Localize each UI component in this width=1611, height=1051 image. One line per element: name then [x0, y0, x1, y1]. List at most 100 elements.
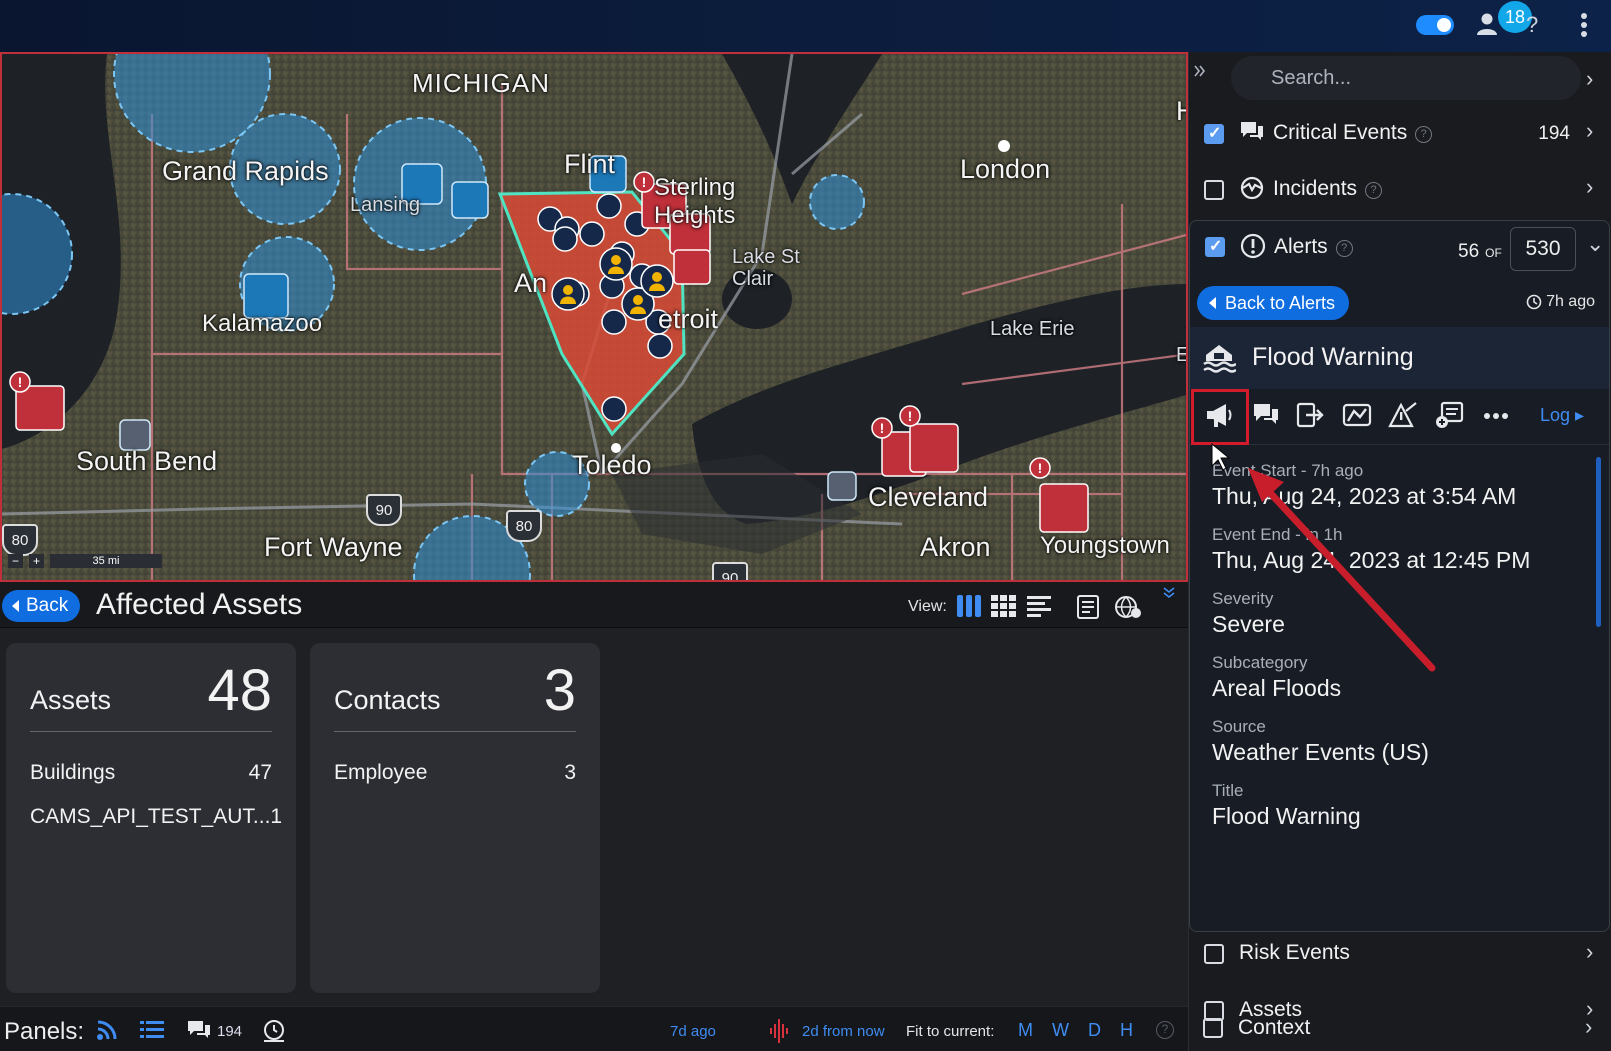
- chevron-right-icon[interactable]: ›: [1586, 939, 1593, 965]
- fit-day-button[interactable]: D: [1088, 1020, 1101, 1041]
- back-button-label: Back: [26, 595, 69, 616]
- incidents-checkbox[interactable]: [1204, 180, 1224, 200]
- map-label-edge-e: E: [1176, 344, 1186, 367]
- highlight-box: [1191, 389, 1249, 445]
- section-context-row[interactable]: Context ›: [1188, 1012, 1611, 1051]
- map-label-sterling-heights: Sterling Heights: [654, 174, 736, 229]
- section-label: Critical Events: [1273, 121, 1408, 144]
- map-view[interactable]: !!!!! MICHIGAN Grand Rapids Lansing Flin…: [0, 52, 1188, 582]
- scrollbar[interactable]: [1596, 457, 1601, 627]
- chevron-right-icon[interactable]: ›: [1586, 174, 1593, 200]
- list-item[interactable]: CAMS_API_TEST_AUT... 1: [30, 805, 282, 829]
- map-scale-control: − + 35 mi: [8, 554, 162, 568]
- chevron-right-icon[interactable]: ›: [1586, 118, 1593, 144]
- row-count: 47: [248, 761, 272, 784]
- highway-shield: 90: [366, 494, 402, 526]
- help-icon[interactable]: ?: [1365, 182, 1383, 199]
- timeline-marker-icon[interactable]: [768, 1019, 790, 1048]
- alerts-total-count[interactable]: 530: [1510, 227, 1576, 271]
- card-total: 48: [207, 658, 272, 723]
- help-icon[interactable]: ?: [1415, 126, 1433, 143]
- list-view-icon[interactable]: [1026, 594, 1052, 623]
- zoom-in-button[interactable]: +: [29, 554, 44, 568]
- field-value: Areal Floods: [1212, 675, 1342, 701]
- svg-text:!: !: [18, 374, 23, 390]
- back-to-alerts-button[interactable]: Back to Alerts: [1197, 286, 1350, 320]
- columns-view-icon[interactable]: [956, 594, 982, 623]
- critical-events-checkbox[interactable]: [1204, 123, 1224, 144]
- timeline-start-label[interactable]: 7d ago: [670, 1023, 716, 1040]
- log-link[interactable]: Log ▸: [1540, 405, 1584, 426]
- fit-month-button[interactable]: M: [1018, 1020, 1033, 1041]
- context-checkbox[interactable]: [1203, 1018, 1223, 1038]
- collapse-panel-icon[interactable]: [1193, 64, 1207, 83]
- globe-location-icon[interactable]: [1114, 594, 1142, 625]
- chat-bubbles-icon[interactable]: [1252, 401, 1280, 434]
- panels-bar: Panels: 194 7d ago 2d from now Fit to cu…: [0, 1006, 1188, 1051]
- help-icon[interactable]: ?: [1526, 12, 1538, 38]
- field-value: Thu, Aug 24, 2023 at 3:54 AM: [1212, 483, 1517, 509]
- alerts-checkbox[interactable]: [1205, 236, 1225, 257]
- fit-week-button[interactable]: W: [1052, 1020, 1069, 1041]
- field-label: Event End - in 1h: [1212, 525, 1343, 544]
- assets-card[interactable]: Assets 48 Buildings 47 CAMS_API_TEST_AUT…: [6, 643, 296, 993]
- add-note-icon[interactable]: [1434, 401, 1464, 434]
- zoom-out-button[interactable]: −: [8, 554, 23, 568]
- divider: [30, 731, 272, 732]
- warning-chart-icon[interactable]: [1388, 401, 1418, 434]
- kebab-menu-icon[interactable]: [1580, 12, 1588, 43]
- row-count: 1: [270, 805, 283, 828]
- field-label: Event Start - 7h ago: [1212, 461, 1364, 480]
- divider: [334, 731, 576, 732]
- chat-icon[interactable]: [186, 1019, 212, 1046]
- list-item[interactable]: Employee 3: [334, 761, 576, 785]
- section-incidents[interactable]: Incidents? ›: [1189, 162, 1611, 218]
- chevron-right-icon[interactable]: ›: [1586, 66, 1593, 92]
- field-label: Severity: [1212, 589, 1274, 608]
- field-value: Weather Events (US): [1212, 739, 1429, 765]
- risk-events-checkbox[interactable]: [1204, 944, 1224, 964]
- report-icon[interactable]: [1076, 594, 1102, 625]
- of-label: OF: [1485, 246, 1502, 260]
- clock-history-icon[interactable]: [262, 1019, 286, 1048]
- map-label-michigan: MICHIGAN: [412, 68, 550, 98]
- timeline-end-label[interactable]: 2d from now: [802, 1023, 885, 1040]
- help-icon[interactable]: ?: [1156, 1021, 1174, 1039]
- svg-text:!: !: [880, 420, 885, 436]
- grid-view-icon[interactable]: [990, 594, 1016, 623]
- section-label: Risk Events: [1239, 941, 1350, 964]
- list-icon[interactable]: [140, 1019, 164, 1046]
- search-input[interactable]: [1231, 56, 1581, 100]
- map-route-icon[interactable]: [1342, 401, 1372, 434]
- chevron-right-icon[interactable]: ›: [1585, 1014, 1592, 1040]
- top-bar: 18 ?: [0, 0, 1611, 52]
- section-risk-events[interactable]: Risk Events ›: [1189, 938, 1611, 994]
- fit-to-current-label: Fit to current:: [906, 1023, 995, 1040]
- map-label-akron: Akron: [920, 532, 991, 562]
- feed-icon[interactable]: [96, 1019, 120, 1046]
- fit-hour-button[interactable]: H: [1120, 1020, 1133, 1041]
- back-button[interactable]: Back: [2, 590, 81, 622]
- more-options-icon[interactable]: [1484, 407, 1508, 425]
- contacts-card[interactable]: Contacts 3 Employee 3: [310, 643, 600, 993]
- export-icon[interactable]: [1296, 401, 1326, 434]
- section-label-group: Critical Events?: [1273, 121, 1433, 145]
- field-value: Severe: [1212, 611, 1285, 637]
- toggle-switch[interactable]: [1416, 15, 1454, 35]
- alert-age-label: 7h ago: [1546, 293, 1595, 310]
- collapse-down-icon[interactable]: [1162, 586, 1176, 605]
- section-label: Context: [1238, 1016, 1311, 1039]
- list-item[interactable]: Buildings 47: [30, 761, 272, 785]
- user-icon[interactable]: [1476, 12, 1498, 41]
- map-label-fort-wayne: Fort Wayne: [264, 532, 403, 562]
- back-to-alerts-label: Back to Alerts: [1225, 292, 1336, 313]
- chevron-down-icon[interactable]: ⌄: [1586, 231, 1604, 257]
- help-icon[interactable]: ?: [1335, 240, 1353, 257]
- section-critical-events[interactable]: Critical Events? 194 ›: [1189, 106, 1611, 162]
- section-label: Incidents: [1273, 177, 1358, 200]
- map-label-london: London: [960, 154, 1051, 184]
- field-value: Thu, Aug 24, 2023 at 12:45 PM: [1212, 547, 1531, 573]
- map-label-edge-h: H: [1176, 96, 1186, 127]
- critical-events-count: 194: [1538, 123, 1570, 144]
- section-label-group: Alerts?: [1274, 235, 1353, 259]
